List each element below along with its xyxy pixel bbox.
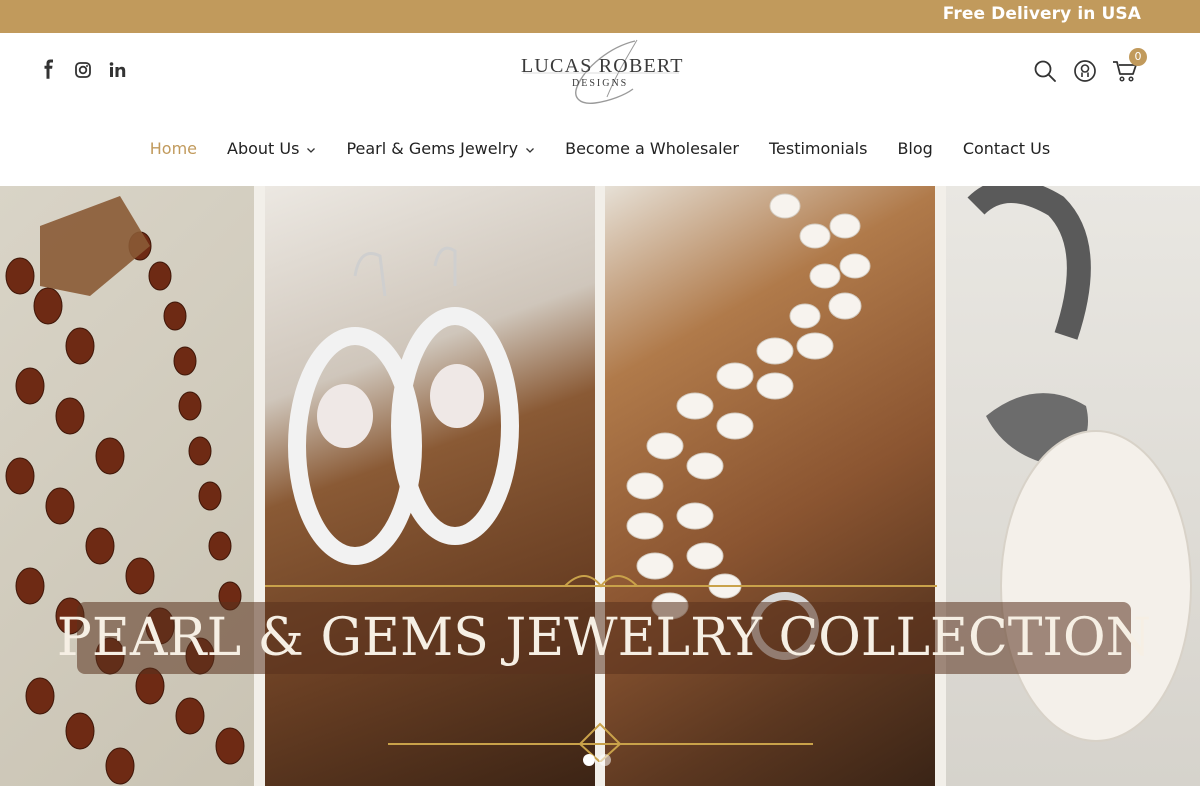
promo-text: Free Delivery in USA [942, 4, 1141, 24]
main-nav: Home About Us Pearl & Gems Jewelry Becom… [0, 130, 1200, 166]
nav-label: Contact Us [962, 138, 1051, 158]
slider-dot-2[interactable] [599, 754, 611, 766]
linkedin-icon[interactable] [106, 58, 140, 84]
cart-count-badge: 0 [1129, 48, 1147, 66]
hero-image-pearl-necklace [605, 186, 935, 786]
banner-ornament-top [265, 575, 937, 588]
logo-sub-text: DESIGNS [572, 78, 629, 89]
instagram-icon[interactable] [72, 58, 106, 84]
nav-item-contact-us[interactable]: Contact Us [948, 139, 1065, 158]
nav-label: About Us [227, 138, 300, 158]
header-actions: 0 [1025, 48, 1147, 86]
slider-dot-1[interactable] [583, 754, 595, 766]
user-icon[interactable] [1065, 56, 1105, 86]
logo-brand-text: LUCAS ROBERT [521, 55, 684, 77]
site-logo[interactable]: LUCAS ROBERT DESIGNS [515, 37, 685, 107]
promo-bar: Free Delivery in USA [0, 0, 1200, 33]
nav-label: Blog [897, 138, 933, 158]
nav-item-become-wholesaler[interactable]: Become a Wholesaler [550, 139, 754, 158]
hero-image-necklace-brown-pearls [0, 186, 254, 786]
nav-item-pearl-gems-jewelry[interactable]: Pearl & Gems Jewelry [331, 139, 550, 158]
nav-label: Become a Wholesaler [565, 138, 739, 158]
nav-label: Pearl & Gems Jewelry [346, 138, 519, 158]
nav-item-testimonials[interactable]: Testimonials [754, 139, 883, 158]
chevron-down-icon [306, 139, 316, 158]
nav-item-about-us[interactable]: About Us [212, 139, 331, 158]
search-icon[interactable] [1025, 56, 1065, 86]
nav-label: Home [149, 138, 198, 158]
facebook-icon[interactable] [38, 58, 72, 84]
cart-icon[interactable]: 0 [1105, 48, 1147, 86]
chevron-down-icon [525, 139, 535, 158]
slider-dots [583, 754, 611, 766]
hero-slider[interactable]: PEARL & GEMS JEWELRY COLLECTION [0, 186, 1200, 786]
hero-image-pearl-earrings [265, 186, 595, 786]
nav-item-home[interactable]: Home [135, 139, 212, 158]
social-links [38, 58, 140, 84]
nav-item-blog[interactable]: Blog [882, 139, 947, 158]
hero-image-pearl-pendant [946, 186, 1200, 786]
hero-title: PEARL & GEMS JEWELRY COLLECTION [56, 608, 1152, 668]
nav-label: Testimonials [768, 138, 868, 158]
hero-banner: PEARL & GEMS JEWELRY COLLECTION [57, 602, 1151, 674]
